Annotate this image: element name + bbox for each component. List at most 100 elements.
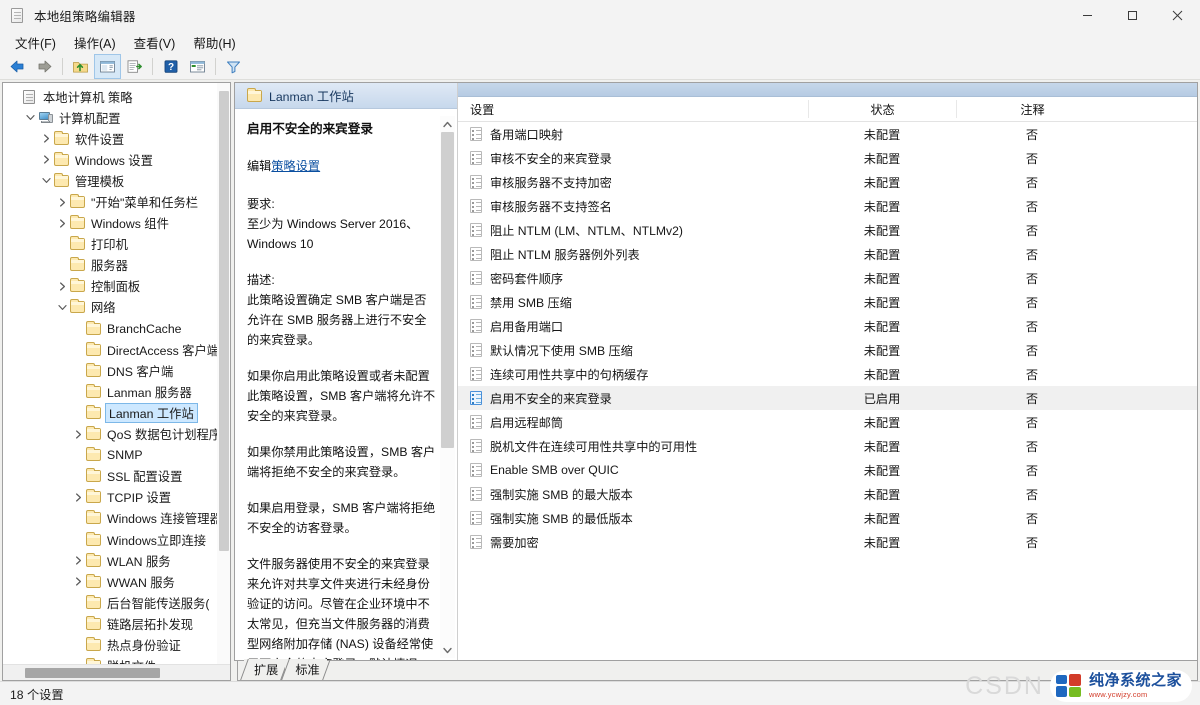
- menu-action[interactable]: 操作(A): [65, 31, 125, 54]
- tree-item-7[interactable]: 打印机: [3, 234, 230, 255]
- tree-item-19[interactable]: TCPIP 设置: [3, 487, 230, 508]
- tab-standard[interactable]: 标准: [285, 659, 327, 680]
- tree-item-label: 链路层拓扑发现: [107, 617, 194, 632]
- column-comment[interactable]: 注释: [956, 100, 1108, 118]
- tree-item-label: 管理模板: [75, 174, 125, 189]
- forward-button[interactable]: [32, 55, 57, 78]
- chevron-right-icon[interactable]: [55, 197, 70, 207]
- menu-file[interactable]: 文件(F): [6, 31, 65, 54]
- chevron-right-icon[interactable]: [39, 134, 54, 143]
- table-row[interactable]: 密码套件顺序 未配置 否: [458, 266, 1197, 290]
- table-row[interactable]: 审核不安全的来宾登录 未配置 否: [458, 146, 1197, 170]
- tree-item-6[interactable]: Windows 组件: [3, 213, 230, 234]
- tree-scroll-area[interactable]: 本地计算机 策略 计算机配置 软件设置 Windows 设置管理模板 "开始"菜单和任务…: [3, 83, 230, 664]
- tree-item-5[interactable]: "开始"菜单和任务栏: [3, 191, 230, 212]
- table-row[interactable]: 脱机文件在连续可用性共享中的可用性 未配置 否: [458, 434, 1197, 458]
- chevron-right-icon[interactable]: [71, 577, 86, 586]
- table-row[interactable]: 禁用 SMB 压缩 未配置 否: [458, 290, 1197, 314]
- table-row[interactable]: 强制实施 SMB 的最大版本 未配置 否: [458, 482, 1197, 506]
- tree-item-24[interactable]: 后台智能传送服务(: [3, 592, 230, 613]
- maximize-icon[interactable]: [1110, 0, 1155, 30]
- tree-item-26[interactable]: 热点身份验证: [3, 634, 230, 655]
- policy-list-rows[interactable]: 备用端口映射 未配置否审核不安全的来宾登录 未配置否审核服务器不支持加密 未配置否审核…: [458, 122, 1197, 660]
- table-row[interactable]: 启用远程邮筒 未配置 否: [458, 410, 1197, 434]
- chevron-right-icon[interactable]: [71, 429, 86, 439]
- tree-item-8[interactable]: 服务器: [3, 255, 230, 276]
- tab-extended[interactable]: 扩展: [244, 659, 286, 680]
- cell-comment: 否: [1025, 488, 1039, 502]
- tree-item-23[interactable]: WWAN 服务: [3, 571, 230, 592]
- edit-prefix: 编辑: [247, 159, 272, 173]
- close-icon[interactable]: [1155, 0, 1200, 30]
- tree-item-15[interactable]: Lanman 工作站: [3, 402, 230, 423]
- chevron-right-icon[interactable]: [39, 155, 54, 164]
- tree-item-21[interactable]: Windows立即连接: [3, 529, 230, 550]
- edit-policy-link[interactable]: 策略设置: [271, 159, 320, 173]
- up-folder-icon[interactable]: [68, 55, 93, 78]
- table-row[interactable]: 需要加密 未配置 否: [458, 530, 1197, 554]
- tree-item-18[interactable]: SSL 配置设置: [3, 466, 230, 487]
- help-question-icon[interactable]: ?: [158, 55, 183, 78]
- scroll-up-icon[interactable]: [440, 116, 455, 132]
- chevron-down-icon[interactable]: [23, 113, 38, 122]
- export-list-icon[interactable]: [122, 55, 147, 78]
- policy-doc-icon: [22, 89, 39, 104]
- console-tree-icon[interactable]: [94, 54, 121, 79]
- tree-item-27[interactable]: 脱机文件: [3, 656, 230, 664]
- table-row[interactable]: 阻止 NTLM 服务器例外列表 未配置 否: [458, 242, 1197, 266]
- tree-item-25[interactable]: 链路层拓扑发现: [3, 613, 230, 634]
- table-row[interactable]: 阻止 NTLM (LM、NTLM、NTLMv2) 未配置 否: [458, 218, 1197, 242]
- chevron-right-icon[interactable]: [71, 493, 86, 502]
- table-row[interactable]: 审核服务器不支持加密 未配置 否: [458, 170, 1197, 194]
- tree-item-12[interactable]: DirectAccess 客户端: [3, 339, 230, 360]
- table-row[interactable]: 启用备用端口 未配置 否: [458, 314, 1197, 338]
- tree-item-20[interactable]: Windows 连接管理器: [3, 508, 230, 529]
- tree-item-0[interactable]: 本地计算机 策略: [3, 86, 230, 107]
- table-row[interactable]: 备用端口映射 未配置 否: [458, 122, 1197, 146]
- tree-item-22[interactable]: WLAN 服务: [3, 550, 230, 571]
- description-vertical-scrollbar[interactable]: [440, 116, 455, 658]
- table-row[interactable]: 默认情况下使用 SMB 压缩 未配置 否: [458, 338, 1197, 362]
- tree-item-17[interactable]: SNMP: [3, 445, 230, 466]
- table-row[interactable]: 连续可用性共享中的句柄缓存 未配置 否: [458, 362, 1197, 386]
- chevron-right-icon[interactable]: [55, 219, 70, 228]
- folder-icon: [86, 320, 103, 336]
- table-row[interactable]: 启用不安全的来宾登录 已启用 否: [458, 386, 1197, 410]
- minimize-icon[interactable]: [1065, 0, 1110, 30]
- tree-item-11[interactable]: BranchCache: [3, 318, 230, 339]
- column-setting[interactable]: 设置: [458, 100, 808, 118]
- folder-icon: [86, 552, 103, 568]
- cell-setting-label: 启用远程邮筒: [490, 416, 564, 430]
- menu-view[interactable]: 查看(V): [125, 31, 185, 54]
- scroll-down-icon[interactable]: [440, 642, 455, 658]
- status-bar: 18 个设置 CSDN 纯净系统之家 www.ycwjzy.com: [0, 670, 1200, 705]
- chevron-right-icon[interactable]: [55, 282, 70, 291]
- chevron-down-icon[interactable]: [55, 303, 70, 312]
- tree-item-14[interactable]: Lanman 服务器: [3, 381, 230, 402]
- tree-item-2[interactable]: 软件设置: [3, 128, 230, 149]
- back-button[interactable]: [5, 55, 30, 78]
- tree-item-4[interactable]: 管理模板: [3, 170, 230, 191]
- brand-logo-icon: [1055, 674, 1083, 698]
- tree-vertical-scrollbar[interactable]: [217, 83, 230, 664]
- scroll-track[interactable]: [440, 132, 455, 642]
- table-row[interactable]: Enable SMB over QUIC 未配置 否: [458, 458, 1197, 482]
- tree-item-13[interactable]: DNS 客户端: [3, 360, 230, 381]
- requirement-text: 至少为 Windows Server 2016、Windows 10: [247, 217, 419, 251]
- chevron-down-icon[interactable]: [39, 176, 54, 185]
- tree-item-9[interactable]: 控制面板: [3, 276, 230, 297]
- tree-item-3[interactable]: Windows 设置: [3, 149, 230, 170]
- tree-item-10[interactable]: 网络: [3, 297, 230, 318]
- chevron-right-icon[interactable]: [71, 556, 86, 565]
- edit-policy-row: 编辑策略设置: [247, 156, 438, 176]
- table-row[interactable]: 强制实施 SMB 的最低版本 未配置 否: [458, 506, 1197, 530]
- view-window-icon[interactable]: [185, 55, 210, 78]
- menu-help[interactable]: 帮助(H): [184, 31, 244, 54]
- scroll-thumb[interactable]: [441, 132, 454, 449]
- filter-funnel-icon[interactable]: [221, 55, 246, 78]
- column-state[interactable]: 状态: [808, 100, 956, 118]
- table-row[interactable]: 审核服务器不支持签名 未配置 否: [458, 194, 1197, 218]
- tree-horizontal-scrollbar[interactable]: [3, 664, 230, 680]
- tree-item-16[interactable]: QoS 数据包计划程序: [3, 424, 230, 445]
- tree-item-1[interactable]: 计算机配置: [3, 107, 230, 128]
